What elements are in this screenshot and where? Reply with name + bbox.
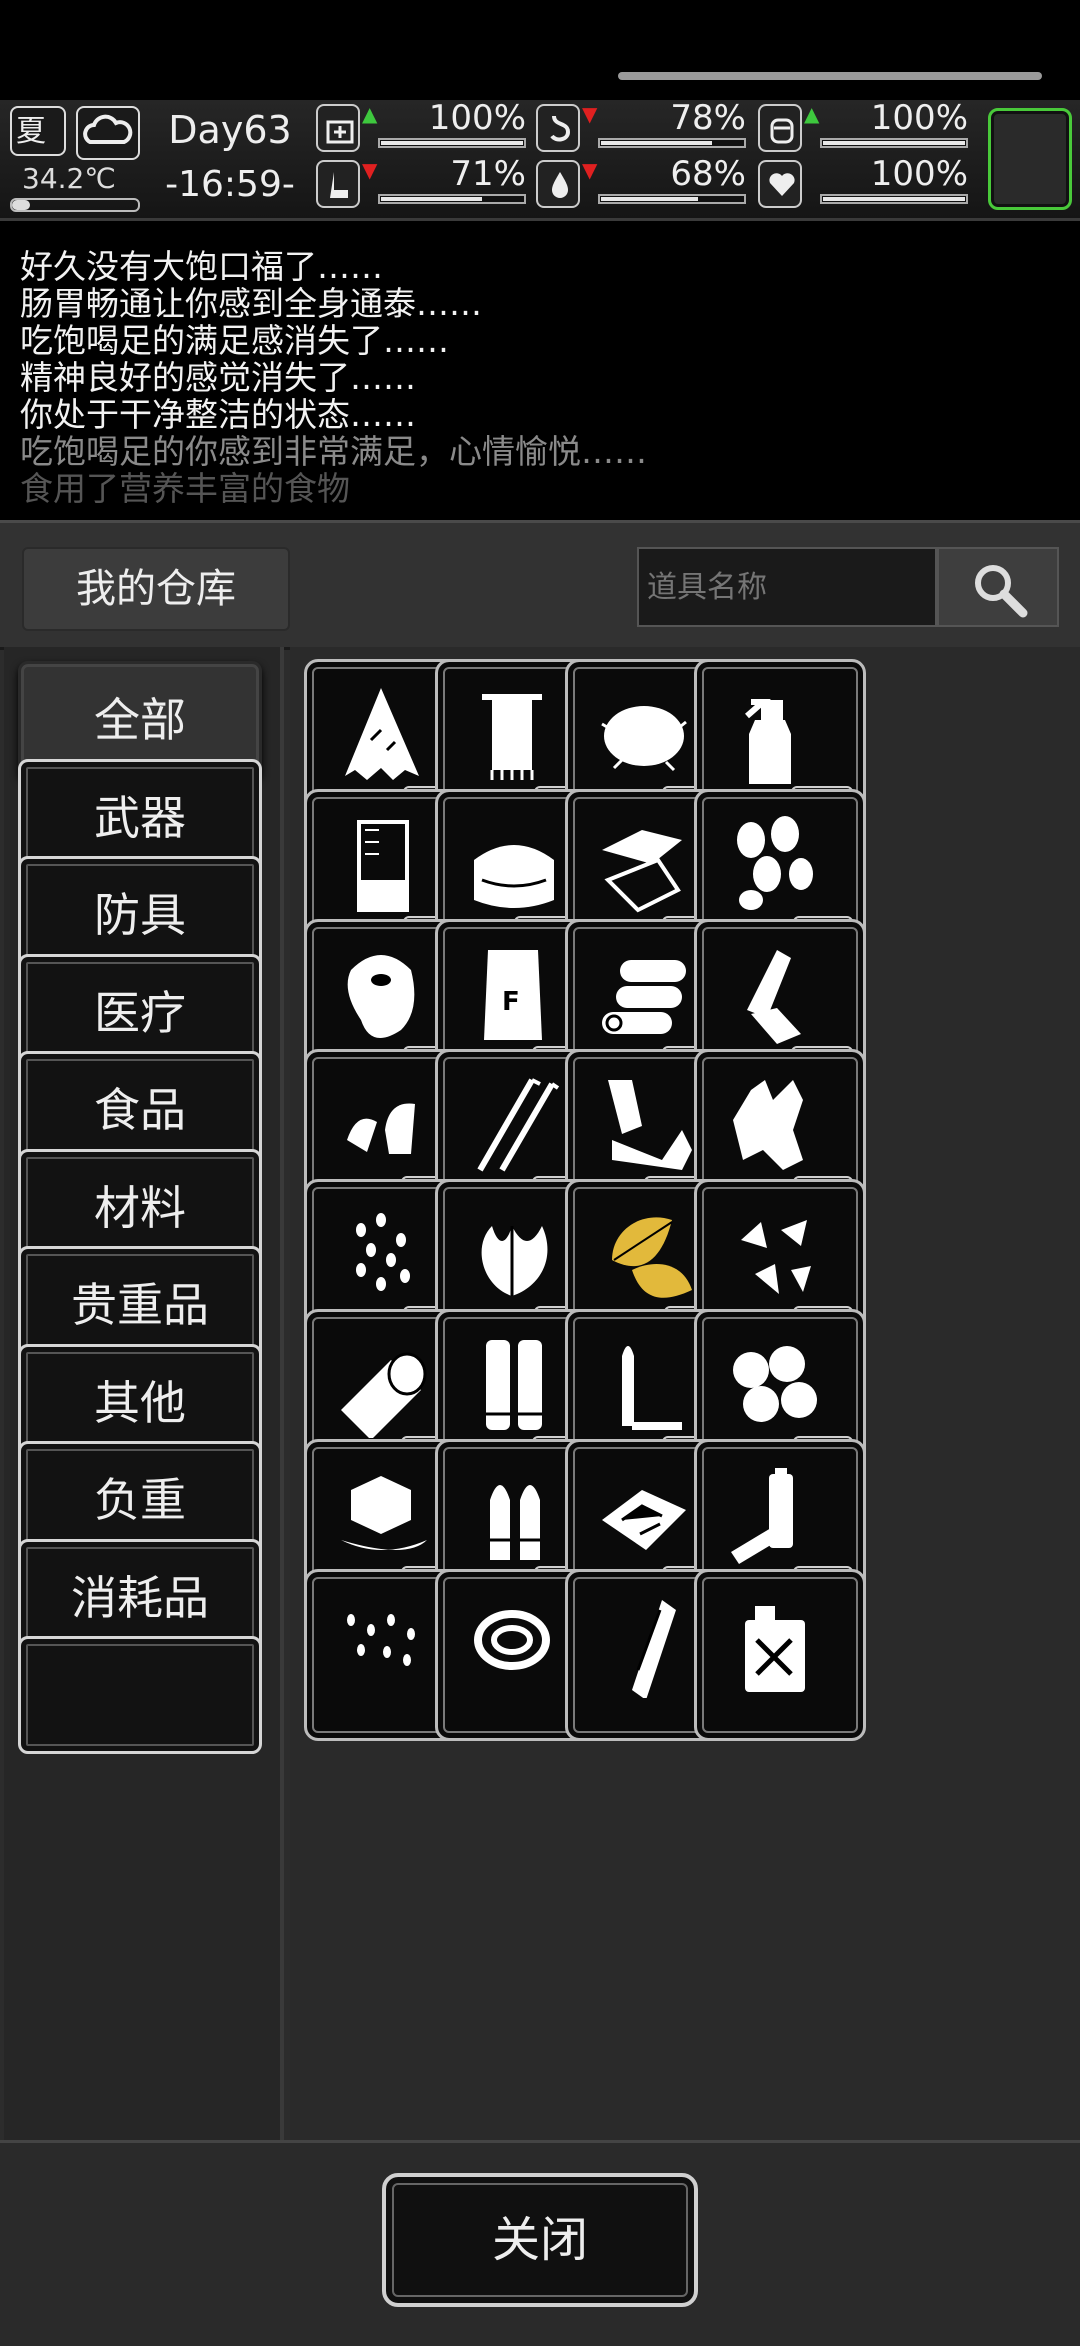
stat-bar <box>820 194 968 204</box>
paper-scraps-icon <box>602 830 682 913</box>
stat-mood: 100% <box>758 154 968 210</box>
stat-percent: 68% <box>670 154 746 194</box>
bandage-roll-icon <box>341 1352 427 1438</box>
towel-icon <box>482 694 542 780</box>
stat-bar <box>820 138 968 148</box>
stat-bar <box>378 194 526 204</box>
water-drop-icon <box>536 160 580 208</box>
season-badge: 夏 <box>10 106 66 156</box>
temperature-bar <box>10 198 140 212</box>
drag-handle[interactable] <box>618 72 1042 80</box>
search-button[interactable] <box>937 547 1059 627</box>
shell-casings-icon <box>486 1340 542 1430</box>
svg-text:F: F <box>502 987 520 1017</box>
warehouse-title: 我的仓库 <box>22 547 290 631</box>
torn-cloth-icon <box>345 688 419 780</box>
beaker-icon <box>357 820 409 912</box>
seeds-icon <box>737 816 813 910</box>
stat-percent: 100% <box>870 98 968 138</box>
fuel-canister-icon <box>745 1606 805 1692</box>
potatoes-icon <box>733 1346 817 1422</box>
cloud-icon <box>76 106 140 160</box>
stat-stamina: ▼ 71% <box>316 154 526 210</box>
game-clock: -16:59- <box>165 164 295 205</box>
stat-percent: 100% <box>428 98 526 138</box>
system-status-bar <box>0 0 1080 100</box>
stat-percent: 71% <box>450 154 526 194</box>
close-button[interactable]: 关闭 <box>382 2173 698 2307</box>
stat-hunger: ▼ 78% <box>536 98 746 154</box>
warehouse-footer: 关闭 <box>0 2140 1080 2346</box>
medkit-icon <box>316 104 360 152</box>
golden-leaf-icon <box>612 1217 692 1298</box>
folded-cloth-icon <box>474 845 554 908</box>
meat-icon <box>347 955 415 1038</box>
warehouse-header: 我的仓库 <box>0 523 1080 650</box>
stat-bar <box>598 138 746 148</box>
rice-icon <box>347 1614 415 1666</box>
item-grid: 112729043224999+5211221F2148134442321849… <box>290 647 1080 2260</box>
temperature-label: 34.2℃ <box>22 162 116 195</box>
stat-thirst: ▼ 68% <box>536 154 746 210</box>
category-sidebar: 全部 武器 防具 医疗 食品 材料 贵重品 其他 负重 消耗品 <box>4 647 284 2260</box>
ice-cubes-icon <box>341 1476 427 1550</box>
scrap-metal-icon <box>608 1080 692 1170</box>
battery-icon <box>731 1468 793 1564</box>
plastic-bottle-icon <box>747 950 801 1044</box>
item-search-input[interactable] <box>637 547 937 627</box>
bullet-tips-icon <box>347 1103 415 1154</box>
stat-percent: 100% <box>870 154 968 194</box>
search-icon <box>975 565 1028 618</box>
stat-bar <box>378 138 526 148</box>
message-log: 好久没有大饱口福了…… 肠胃畅通让你感到全身通泰…… 吃饱喝足的满足感消失了…… 精神… <box>0 222 1080 512</box>
stat-hygiene: ▲ 100% <box>758 98 968 154</box>
pistol-bullets-icon <box>490 1485 540 1560</box>
spray-bottle-icon <box>745 699 791 784</box>
log-line: 食用了营养丰富的食物 <box>20 469 350 508</box>
ginger-icon <box>733 1080 803 1170</box>
herb-icon <box>481 1226 548 1296</box>
stat-percent: 78% <box>670 98 746 138</box>
cotton-ball-icon <box>601 706 687 772</box>
stat-bar <box>598 194 746 204</box>
stomach-icon <box>536 104 580 152</box>
category-tab-more[interactable] <box>18 1636 262 1754</box>
flour-bag-icon: F <box>484 950 542 1040</box>
logs-icon <box>602 960 686 1034</box>
grain-icon <box>356 1213 410 1291</box>
rope-icon <box>474 1610 550 1670</box>
day-counter: Day63 <box>168 108 292 152</box>
status-panel: 夏 34.2℃ Day63 -16:59- ▲ 100% ▼ 78% ▲ 100% ▼ 71%… <box>0 98 1080 221</box>
glass-shards-icon <box>602 1490 686 1550</box>
item-slot[interactable] <box>694 1569 866 1741</box>
warehouse-panel: 我的仓库 全部武器防具医疗食品材料贵重品其他负重消耗品 112729043224… <box>0 520 1080 2346</box>
foot-icon <box>316 160 360 208</box>
heart-icon <box>758 160 802 208</box>
tweezers-icon <box>477 1078 560 1172</box>
equipped-slot[interactable] <box>988 108 1072 210</box>
corn-icon <box>632 1600 676 1698</box>
rifle-bullet-icon <box>622 1346 682 1430</box>
sunflower-seeds-icon <box>741 1220 811 1294</box>
soap-icon <box>758 104 802 152</box>
stat-health: ▲ 100% <box>316 98 526 154</box>
season-label: 夏 <box>16 114 46 149</box>
